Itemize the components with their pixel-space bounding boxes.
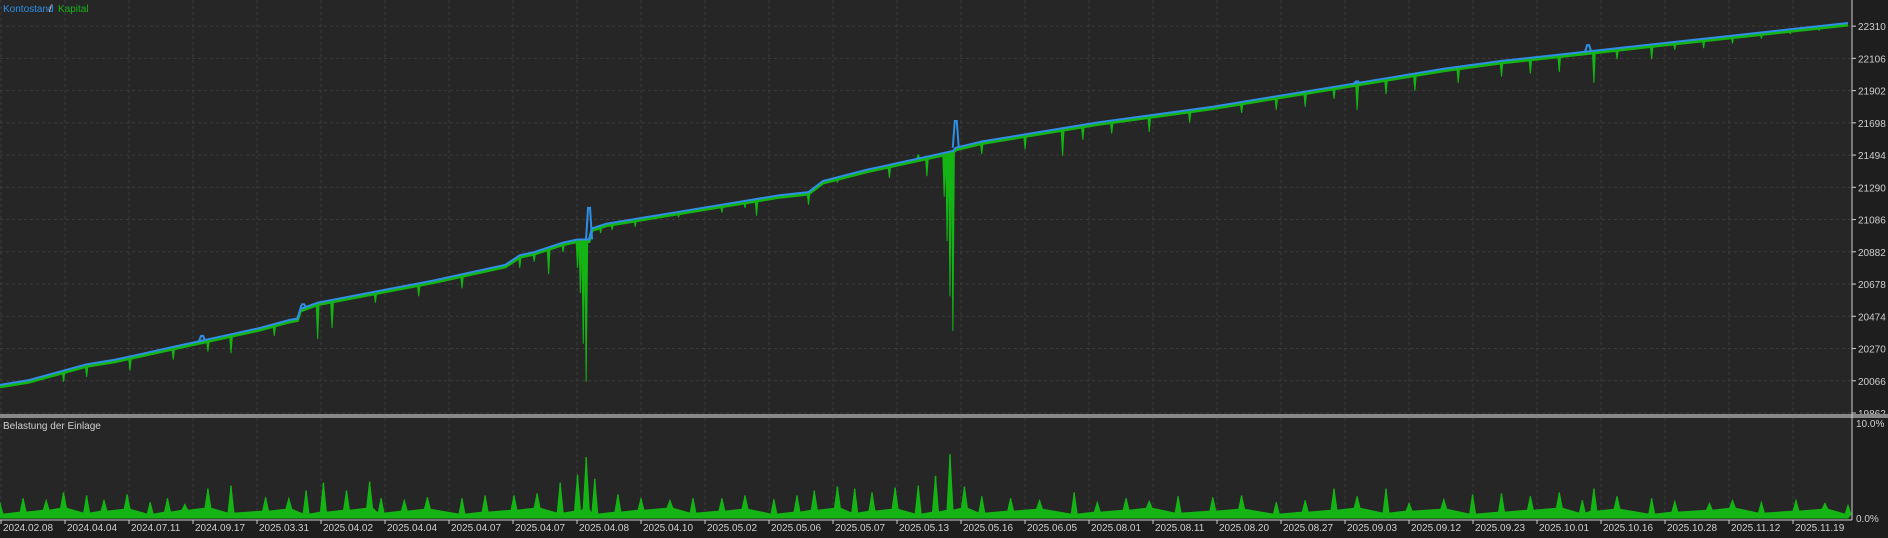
y-tick-label: 22310 [1858,22,1886,33]
legend-separator: / [49,4,52,15]
x-tick-label: 2025.10.16 [1603,523,1653,534]
x-tick-label: 2025.09.03 [1347,523,1397,534]
y-tick-label: 20678 [1858,280,1886,291]
x-tick-label: 2025.04.08 [579,523,629,534]
x-tick-label: 2025.05.02 [707,523,757,534]
y-tick-label: 21290 [1858,183,1886,194]
load-panel-title: Belastung der Einlage [3,421,101,432]
y-tick-label: 21698 [1858,119,1886,130]
load-plot-area [0,418,1852,520]
x-tick-label: 2025.05.13 [899,523,949,534]
y-tick-label: 20882 [1858,248,1886,259]
y-tick-label: 21086 [1858,216,1886,227]
x-tick-label: 2024.07.11 [131,523,181,534]
x-tick-label: 2025.06.05 [1027,523,1077,534]
x-tick-label: 2024.09.17 [195,523,245,534]
legend-equity-label: Kapital [58,4,89,15]
load-bottom-label: 0.0% [1856,514,1879,525]
x-tick-label: 2025.11.12 [1731,523,1781,534]
x-tick-label: 2025.04.07 [515,523,565,534]
y-tick-label: 22106 [1858,54,1886,65]
x-tick-label: 2025.09.23 [1475,523,1525,534]
x-tick-label: 2025.04.07 [451,523,501,534]
x-tick-label: 2025.04.04 [387,523,437,534]
legend-balance-label: Kontostand [3,4,54,15]
x-tick-label: 2025.05.07 [835,523,885,534]
x-tick-label: 2025.08.20 [1219,523,1269,534]
x-tick-label: 2025.04.02 [323,523,373,534]
x-tick-label: 2025.10.01 [1539,523,1589,534]
x-tick-label: 2025.11.19 [1795,523,1845,534]
x-tick-label: 2025.08.27 [1283,523,1333,534]
x-tick-label: 2025.08.01 [1091,523,1141,534]
x-tick-label: 2025.10.28 [1667,523,1717,534]
y-tick-label: 21494 [1858,151,1886,162]
x-tick-label: 2025.08.11 [1155,523,1205,534]
equity-chart: Kontostand / Kapital 22310 22106 21902 2169… [0,0,1888,538]
x-tick-label: 2025.04.10 [643,523,693,534]
x-tick-label: 2025.05.06 [771,523,821,534]
x-tick-label: 2025.05.16 [963,523,1013,534]
x-tick-label: 2025.03.31 [259,523,309,534]
x-tick-label: 2025.09.12 [1411,523,1461,534]
panel-divider[interactable] [0,414,1888,418]
main-plot-area [0,0,1852,414]
x-tick-label: 2024.02.08 [3,523,53,534]
y-tick-label: 20066 [1858,377,1886,388]
y-tick-label: 20474 [1858,312,1886,323]
x-tick-label: 2024.04.04 [67,523,117,534]
load-top-label: 10.0% [1856,419,1884,430]
y-tick-label: 20270 [1858,345,1886,356]
y-tick-label: 21902 [1858,87,1886,98]
